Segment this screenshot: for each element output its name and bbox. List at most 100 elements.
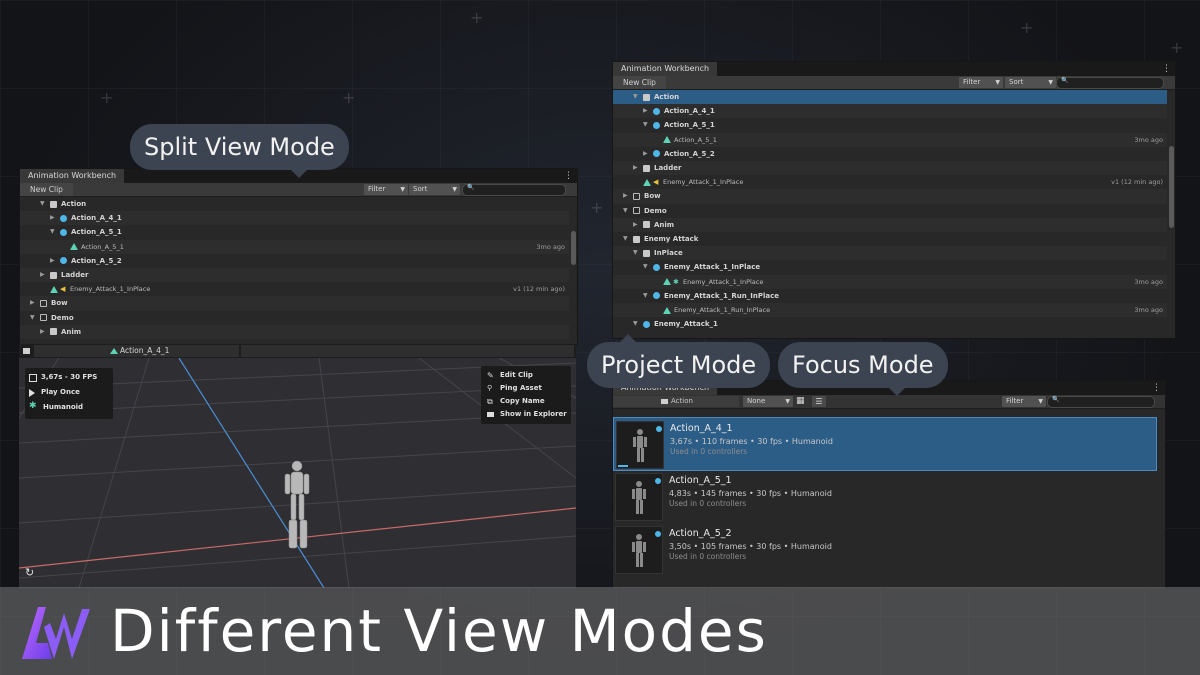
sort-dropdown[interactable]: Sort ▼ bbox=[1005, 77, 1056, 88]
tree-row[interactable]: ▼ Enemy_Attack_1_Run_InPlace bbox=[613, 289, 1167, 303]
tree-row[interactable]: ◀ Enemy_Attack_1_InPlace v1 (12 min ago) bbox=[613, 175, 1167, 189]
search-input[interactable]: 🔍 bbox=[1047, 396, 1155, 408]
animation-preview-viewport[interactable]: 3,67s - 30 FPS Play Once ✱ Humanoid ✎ Ed… bbox=[19, 358, 576, 588]
folder-icon bbox=[643, 164, 650, 172]
play-icon[interactable] bbox=[29, 389, 35, 397]
folder-path-field[interactable]: Action bbox=[613, 396, 739, 407]
focus-mode-panel: Animation Workbench ⋮ Action None▼ ▦ ☰ F… bbox=[612, 380, 1166, 589]
menu-copy-name[interactable]: Copy Name bbox=[500, 397, 545, 405]
scrollbar[interactable] bbox=[1169, 146, 1174, 228]
folder-icon[interactable] bbox=[23, 348, 30, 354]
menu-ping-asset[interactable]: Ping Asset bbox=[500, 384, 542, 392]
new-clip-button[interactable]: New Clip bbox=[20, 183, 73, 196]
tree-row[interactable]: ▼ Enemy_Attack_1 bbox=[613, 317, 1167, 331]
chevron-right-icon[interactable]: ▶ bbox=[30, 296, 35, 310]
tree-row[interactable]: ▶ Anim bbox=[613, 217, 1167, 232]
chevron-down-icon[interactable]: ▼ bbox=[50, 225, 55, 239]
filter-dropdown[interactable]: Filter ▼ bbox=[364, 184, 408, 195]
chevron-down-icon[interactable]: ▼ bbox=[30, 311, 35, 325]
scrollbar[interactable] bbox=[571, 231, 576, 265]
clip-card-info: 4,83s • 145 frames • 30 fps • Humanoid bbox=[669, 489, 832, 498]
tree-row-label: Enemy_Attack_1_InPlace bbox=[70, 285, 151, 294]
folder-icon bbox=[633, 235, 640, 243]
tree-row[interactable]: ▶ Anim bbox=[20, 324, 569, 339]
tree-row[interactable]: ▶ Action_A_4_1 bbox=[613, 104, 1167, 119]
new-clip-button[interactable]: New Clip bbox=[613, 76, 666, 89]
chevron-right-icon[interactable]: ▶ bbox=[633, 161, 638, 175]
chevron-down-icon[interactable]: ▼ bbox=[643, 289, 648, 303]
tree-row[interactable]: ▼ Demo bbox=[613, 204, 1167, 218]
refresh-icon[interactable]: ↻ bbox=[25, 566, 34, 579]
grid-view-icon[interactable]: ▦ bbox=[796, 395, 805, 408]
tree-row[interactable]: ▼ Demo bbox=[20, 311, 569, 325]
tree-row[interactable]: Action_A_5_1 3mo ago bbox=[20, 239, 569, 254]
chevron-right-icon[interactable]: ▶ bbox=[643, 104, 648, 118]
chevron-down-icon[interactable]: ▼ bbox=[633, 246, 638, 260]
chevron-down-icon[interactable]: ▼ bbox=[643, 118, 648, 132]
clip-card-usage: Used in 0 controllers bbox=[669, 552, 747, 561]
filter-dropdown[interactable]: Filter ▼ bbox=[1002, 396, 1046, 407]
more-options-icon[interactable]: ⋮ bbox=[1152, 381, 1161, 395]
chevron-down-icon[interactable]: ▼ bbox=[643, 260, 648, 274]
more-options-icon[interactable]: ⋮ bbox=[1162, 62, 1171, 76]
tree-row[interactable]: ▼ Enemy Attack bbox=[613, 232, 1167, 246]
tree-row[interactable]: ▶ Ladder bbox=[613, 161, 1167, 176]
chevron-right-icon[interactable]: ▶ bbox=[40, 268, 45, 282]
tree-row[interactable]: ▶ Ladder bbox=[20, 268, 569, 283]
callout-tail bbox=[290, 169, 308, 178]
tree-row-label: Enemy_Attack_1_Run_InPlace bbox=[664, 291, 779, 300]
tree-row[interactable]: ▶ Action_A_5_2 bbox=[20, 254, 569, 268]
chevron-right-icon[interactable]: ▶ bbox=[633, 218, 638, 232]
clip-card-info: 3,67s • 110 frames • 30 fps • Humanoid bbox=[670, 437, 833, 446]
tree-row[interactable]: ▶ Action_A_5_2 bbox=[613, 147, 1167, 161]
chevron-right-icon[interactable]: ▶ bbox=[623, 189, 628, 203]
chevron-down-icon[interactable]: ▼ bbox=[623, 204, 628, 218]
tree-row[interactable]: ▶ Bow bbox=[20, 296, 569, 311]
tree-row-timestamp: 3mo ago bbox=[1134, 135, 1163, 144]
more-options-icon[interactable]: ⋮ bbox=[564, 169, 573, 183]
tree-row[interactable]: ✱ Enemy_Attack_1_InPlace 3mo ago bbox=[613, 274, 1167, 289]
humanoid-icon: ✱ bbox=[673, 277, 679, 286]
tree-row[interactable]: ▼ Enemy_Attack_1_InPlace bbox=[613, 260, 1167, 274]
tree-row-label: Enemy_Attack_1_InPlace bbox=[663, 178, 744, 187]
search-input[interactable]: 🔍 bbox=[462, 184, 566, 196]
chevron-right-icon[interactable]: ▶ bbox=[50, 254, 55, 268]
tree-row[interactable]: ▼ Action bbox=[613, 90, 1167, 105]
clip-card[interactable]: Action_A_5_1 4,83s • 145 frames • 30 fps … bbox=[613, 470, 1157, 522]
audio-icon: ◀ bbox=[653, 178, 659, 187]
tree-row[interactable]: ▶ Action_A_4_1 bbox=[20, 211, 569, 226]
tree-row[interactable]: ▶ Bow bbox=[613, 189, 1167, 204]
tree-row[interactable]: ▼ Action_A_5_1 bbox=[613, 118, 1167, 132]
list-view-icon[interactable]: ☰ bbox=[812, 396, 826, 407]
menu-edit-clip[interactable]: Edit Clip bbox=[500, 371, 533, 379]
filter-dropdown[interactable]: Filter ▼ bbox=[959, 77, 1003, 88]
window-tab[interactable]: Animation Workbench bbox=[613, 62, 718, 76]
chevron-right-icon[interactable]: ▶ bbox=[40, 325, 45, 339]
controller-dropdown[interactable]: None ▼ bbox=[743, 396, 793, 407]
chevron-down-icon[interactable]: ▼ bbox=[623, 232, 628, 246]
tree-row[interactable]: ▼ Action_A_5_1 bbox=[20, 225, 569, 239]
clip-card[interactable]: Action_A_5_2 3,50s • 105 frames • 30 fps … bbox=[613, 523, 1157, 575]
callout-focus-label: Focus Mode bbox=[792, 351, 934, 379]
tree-row-label: Action_A_5_2 bbox=[664, 149, 715, 158]
sort-dropdown[interactable]: Sort ▼ bbox=[409, 184, 460, 195]
search-input[interactable]: 🔍 bbox=[1056, 77, 1164, 89]
viewport-header-bar bbox=[241, 345, 574, 357]
chevron-down-icon[interactable]: ▼ bbox=[633, 317, 638, 331]
chevron-right-icon[interactable]: ▶ bbox=[50, 211, 55, 225]
search-icon: 🔍 bbox=[1052, 396, 1060, 403]
chevron-right-icon[interactable]: ▶ bbox=[643, 147, 648, 161]
menu-show-in-explorer[interactable]: Show in Explorer bbox=[500, 410, 567, 418]
tree-row[interactable]: ▼ Action bbox=[20, 197, 569, 211]
play-mode[interactable]: Play Once bbox=[41, 388, 80, 396]
animator-badge-icon bbox=[656, 426, 662, 432]
tree-row[interactable]: Enemy_Attack_1_Run_InPlace 3mo ago bbox=[613, 303, 1167, 318]
tree-row[interactable]: ▼ InPlace bbox=[613, 246, 1167, 261]
chevron-down-icon[interactable]: ▼ bbox=[633, 90, 638, 104]
tree-row[interactable]: Action_A_5_1 3mo ago bbox=[613, 132, 1167, 147]
chevron-down-icon[interactable]: ▼ bbox=[40, 197, 45, 211]
tree-row[interactable]: ◀ Enemy_Attack_1_InPlace v1 (12 min ago) bbox=[20, 282, 569, 296]
window-tab[interactable]: Animation Workbench bbox=[20, 169, 125, 183]
clip-card[interactable]: Action_A_4_1 3,67s • 110 frames • 30 fps … bbox=[613, 417, 1157, 471]
clip-card-usage: Used in 0 controllers bbox=[669, 499, 747, 508]
